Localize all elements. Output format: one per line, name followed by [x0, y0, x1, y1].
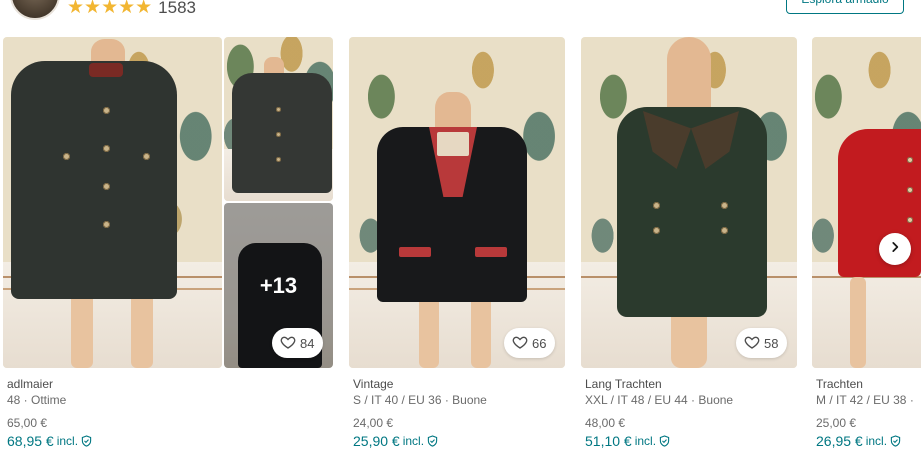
- listing-3-favorite-button[interactable]: 58: [736, 328, 788, 358]
- incl-label: incl.: [634, 434, 657, 448]
- listing-2-info[interactable]: Vintage S / IT 40 / EU 36 · Buone 24,00 …: [353, 377, 573, 450]
- incl-label: incl.: [402, 434, 425, 448]
- listing-brand: Lang Trachten: [585, 377, 662, 391]
- listing-1-info[interactable]: adlmaier 48 · Ottime 65,00 € 68,95 € inc…: [7, 377, 227, 450]
- explore-wardrobe-button[interactable]: Esplora armadio: [786, 0, 904, 14]
- favorite-count: 58: [764, 335, 779, 351]
- listing-price-incl: 68,95 € incl.: [7, 432, 227, 450]
- listing-brand: adlmaier: [7, 377, 54, 391]
- price-incl-value: 26,95 €: [816, 433, 863, 449]
- listing-price-incl: 26,95 € incl.: [816, 432, 921, 450]
- listing-brand: Vintage: [353, 377, 394, 391]
- listing-brand: Trachten: [816, 377, 863, 391]
- heart-icon: [280, 334, 296, 353]
- listing-2-photo[interactable]: [349, 37, 565, 368]
- shield-check-icon[interactable]: [427, 435, 438, 447]
- more-photos-count: +13: [259, 272, 298, 298]
- seller-avatar[interactable]: [10, 0, 60, 20]
- incl-label: incl.: [56, 434, 79, 448]
- favorite-count: 66: [532, 335, 547, 351]
- listing-1-favorite-button[interactable]: 84: [272, 328, 324, 358]
- chevron-right-icon: [888, 240, 902, 259]
- shield-check-icon[interactable]: [890, 435, 901, 447]
- rating-count: 1583: [158, 0, 196, 17]
- listing-price: 25,00 €: [816, 416, 857, 430]
- heart-icon: [744, 334, 760, 353]
- listing-details: 48 · Ottime: [7, 393, 67, 407]
- listing-4-photo[interactable]: [812, 37, 921, 368]
- shield-check-icon[interactable]: [659, 435, 670, 447]
- listing-3-info[interactable]: Lang Trachten XXL / IT 48 / EU 44 · Buon…: [585, 377, 805, 450]
- listing-details: XXL / IT 48 / EU 44 · Buone: [585, 393, 734, 407]
- incl-label: incl.: [865, 434, 888, 448]
- shield-check-icon[interactable]: [81, 435, 92, 447]
- seller-rating: ★★★★★ 1583: [67, 0, 196, 18]
- price-incl-value: 68,95 €: [7, 433, 54, 449]
- price-incl-value: 51,10 €: [585, 433, 632, 449]
- listing-1-thumbnail-1[interactable]: [224, 37, 333, 201]
- listing-1-main-photo[interactable]: [3, 37, 222, 368]
- listing-price: 24,00 €: [353, 416, 394, 430]
- listing-price: 65,00 €: [7, 416, 48, 430]
- listing-4-info[interactable]: Trachten M / IT 42 / EU 38 · 25,00 € 26,…: [816, 377, 921, 450]
- listing-3-photo[interactable]: [581, 37, 797, 368]
- listing-price-incl: 25,90 € incl.: [353, 432, 573, 450]
- carousel-next-button[interactable]: [879, 233, 911, 265]
- listing-details: M / IT 42 / EU 38 ·: [816, 393, 914, 407]
- favorite-count: 84: [300, 335, 315, 351]
- rating-stars: ★★★★★: [67, 0, 153, 18]
- heart-icon: [512, 334, 528, 353]
- listing-price: 48,00 €: [585, 416, 626, 430]
- listing-2-favorite-button[interactable]: 66: [504, 328, 556, 358]
- listing-price-incl: 51,10 € incl.: [585, 432, 805, 450]
- price-incl-value: 25,90 €: [353, 433, 400, 449]
- listing-details: S / IT 40 / EU 36 · Buone: [353, 393, 487, 407]
